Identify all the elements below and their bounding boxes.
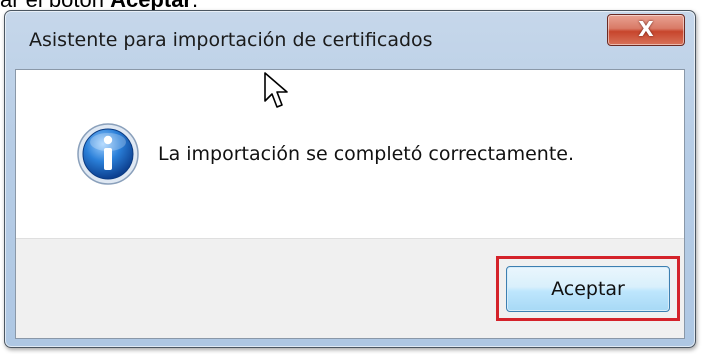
mouse-cursor-icon bbox=[264, 72, 288, 108]
close-button[interactable]: X bbox=[607, 14, 685, 46]
close-icon: X bbox=[638, 17, 654, 41]
message-area: La importación se completó correctamente… bbox=[16, 70, 684, 238]
accept-button[interactable]: Aceptar bbox=[506, 266, 670, 312]
dialog-title: Asistente para importación de certificad… bbox=[29, 29, 433, 51]
info-icon bbox=[77, 123, 139, 185]
title-bar[interactable]: Asistente para importación de certificad… bbox=[5, 11, 695, 69]
button-bar: Aceptar bbox=[16, 238, 684, 338]
certificate-import-dialog: Asistente para importación de certificad… bbox=[4, 10, 696, 348]
success-message: La importación se completó correctamente… bbox=[158, 143, 575, 165]
dialog-body: La importación se completó correctamente… bbox=[15, 69, 685, 339]
